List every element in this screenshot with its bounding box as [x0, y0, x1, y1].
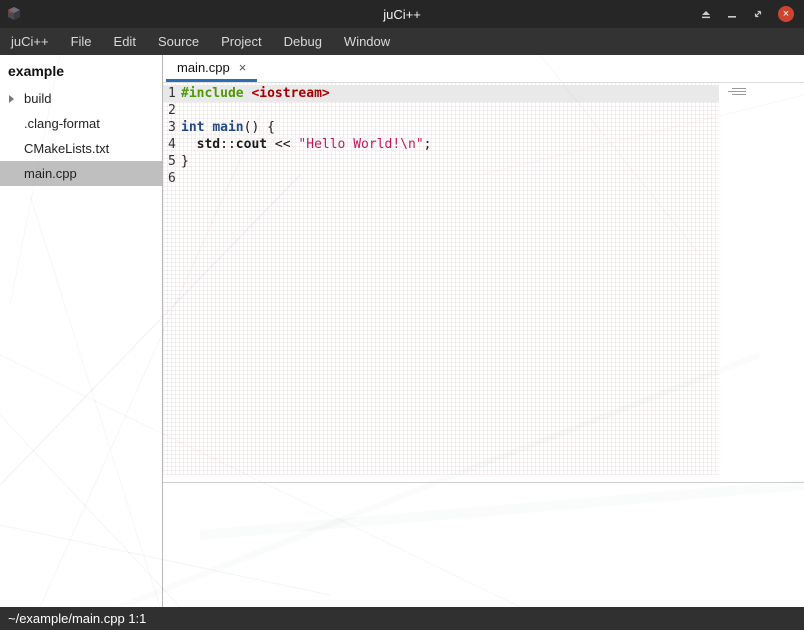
editor-column: main.cpp × 1#include <iostream>23int mai…	[163, 55, 804, 607]
code-line[interactable]: 1#include <iostream>	[163, 85, 719, 102]
sidebar-item-label: main.cpp	[24, 166, 77, 181]
restore-icon[interactable]	[752, 8, 764, 20]
file-tree-items: build .clang-format CMakeLists.txt main.cpp	[0, 86, 162, 186]
titlebar: juCi++ ×	[0, 0, 804, 28]
tab-label: main.cpp	[177, 60, 230, 75]
expander-triangle-icon[interactable]	[9, 95, 14, 103]
line-number: 5	[168, 153, 177, 170]
file-tree-sidebar: example build .clang-format CMakeLists.txt…	[0, 55, 163, 607]
sidebar-item-label: CMakeLists.txt	[24, 141, 109, 156]
statusbar: ~/example/main.cpp 1:1	[0, 607, 804, 630]
sidebar-item-label: build	[24, 91, 51, 106]
sidebar-item-label: .clang-format	[24, 116, 100, 131]
output-pane[interactable]	[163, 483, 804, 607]
close-icon[interactable]: ×	[778, 6, 794, 22]
line-number: 6	[168, 170, 177, 187]
menu-item-source[interactable]: Source	[147, 28, 210, 55]
menu-item-edit[interactable]: Edit	[103, 28, 147, 55]
sidebar-item-build[interactable]: build	[0, 86, 162, 111]
menu-item-file[interactable]: File	[60, 28, 103, 55]
menu-item-juci[interactable]: juCi++	[0, 28, 60, 55]
line-number: 1	[168, 85, 177, 102]
project-root-label: example	[0, 58, 162, 86]
sidebar-item-main-cpp[interactable]: main.cpp	[0, 161, 162, 186]
minimize-icon[interactable]	[726, 8, 738, 20]
code-text: int main() {	[181, 119, 275, 136]
code-lines: 1#include <iostream>23int main() {4 std:…	[163, 85, 804, 187]
keep-above-icon[interactable]	[700, 8, 712, 20]
window-title: juCi++	[0, 7, 804, 22]
app-icon[interactable]	[6, 6, 22, 22]
statusbar-path: ~/example/main.cpp 1:1	[8, 611, 146, 626]
menu-item-project[interactable]: Project	[210, 28, 272, 55]
sidebar-item-clang-format[interactable]: .clang-format	[0, 111, 162, 136]
code-line[interactable]: 4 std::cout << "Hello World!\n";	[163, 136, 804, 153]
line-number: 2	[168, 102, 177, 119]
code-text: std::cout << "Hello World!\n";	[181, 136, 431, 153]
tab-main-cpp[interactable]: main.cpp ×	[166, 55, 257, 82]
code-line[interactable]: 3int main() {	[163, 119, 804, 136]
menu-item-window[interactable]: Window	[333, 28, 401, 55]
line-number: 3	[168, 119, 177, 136]
sidebar-item-cmakelists-txt[interactable]: CMakeLists.txt	[0, 136, 162, 161]
menu-item-debug[interactable]: Debug	[273, 28, 333, 55]
line-number: 4	[168, 136, 177, 153]
tab-close-icon[interactable]: ×	[239, 61, 247, 74]
main-content: example build .clang-format CMakeLists.txt…	[0, 55, 804, 607]
code-line[interactable]: 2	[163, 102, 804, 119]
menubar: juCi++FileEditSourceProjectDebugWindow	[0, 28, 804, 55]
window-controls: ×	[700, 6, 804, 22]
code-editor[interactable]: 1#include <iostream>23int main() {4 std:…	[163, 83, 804, 483]
code-line[interactable]: 5}	[163, 153, 804, 170]
code-line[interactable]: 6	[163, 170, 804, 187]
tabbar: main.cpp ×	[163, 55, 804, 83]
code-text: #include <iostream>	[181, 85, 330, 102]
code-text: }	[181, 153, 189, 170]
